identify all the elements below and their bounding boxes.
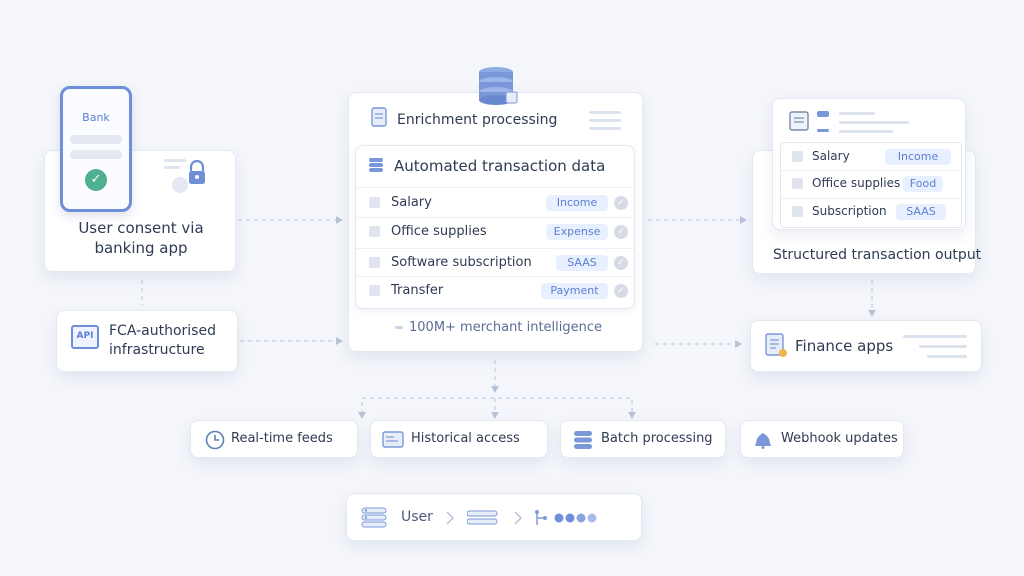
feature-label: Batch processing [601,431,713,446]
rows-icon [467,510,498,525]
phone-field-2 [70,150,122,159]
history-icon [382,431,404,448]
structured-row-tag: SAAS [896,204,946,220]
phone-bank-label: Bank [82,111,110,124]
automated-data-title: Automated transaction data [394,157,606,175]
api-icon: API [71,325,99,349]
list-icon [789,111,809,131]
clock-icon [205,430,225,450]
row-icon [369,285,380,296]
progress-dots-icon [554,513,597,523]
header-bar [839,130,893,133]
phone-field-1 [70,135,122,144]
structured-rows-panel: Salary Income Office supplies Food Subsc… [780,142,962,228]
chevron-right-icon [446,511,455,525]
feature-realtime-feeds[interactable]: Real-time feeds [190,420,358,458]
enrichment-card: Enrichment processing Automated transact… [348,92,643,352]
database-icon [369,158,383,172]
header-bar [817,129,829,132]
structured-row-tag: Food [903,176,943,192]
header-bar [927,355,967,358]
document-icon [371,107,387,127]
row-icon [369,226,380,237]
enrichment-row-label: Salary [391,195,432,210]
enrichment-row-tag: Income [546,195,608,211]
header-bar [903,335,967,338]
merchant-intelligence-label: 100M+ merchant intelligence [409,320,603,335]
chevron-right-icon [514,511,523,525]
database-stack-icon [479,67,518,105]
user-flow-label: User [401,509,433,525]
feature-label: Webhook updates [781,431,898,446]
row-divider [781,198,961,199]
feature-historical-access[interactable]: Historical access [370,420,548,458]
header-bar [589,111,621,114]
consent-text-line1: User consent via [78,219,204,237]
fca-card: API FCA-authorised infrastructure [56,310,238,372]
row-divider [355,248,635,249]
fca-text-line2: infrastructure [109,342,205,358]
phone-mockup: Bank ✓ [60,86,132,212]
row-check-icon: ✓ [614,225,628,239]
structured-row-label: Salary [812,149,850,163]
finance-apps-card: Finance apps [750,320,982,372]
enrichment-row-label: Transfer [391,283,444,298]
row-check-icon: ✓ [614,284,628,298]
lock-icon [164,159,205,193]
enrichment-row-label: Office supplies [391,224,487,239]
database-icon [574,431,592,449]
api-badge-text: API [76,331,94,341]
user-flow-bar: User [346,493,642,541]
structured-row-tag: Income [885,149,951,165]
feature-label: Historical access [411,431,520,446]
fca-text-line1: FCA-authorised [109,323,216,339]
accent-bar [817,111,829,117]
row-divider [355,187,635,188]
row-icon [792,206,803,217]
consent-text-line2: banking app [94,239,188,257]
bell-icon [755,433,771,449]
header-bar [589,127,621,130]
structured-output-title: Structured transaction output [773,247,982,263]
finance-app-icon [765,333,787,357]
enrichment-row-tag: SAAS [556,255,608,271]
row-icon [369,257,380,268]
enrichment-row-tag: Payment [541,283,608,299]
merchant-dot [395,326,403,329]
feature-batch-processing[interactable]: Batch processing [560,420,726,458]
enrichment-title: Enrichment processing [397,112,558,128]
header-bar [839,112,875,115]
enrichment-row-tag: Expense [546,224,608,240]
row-check-icon: ✓ [614,196,628,210]
row-divider [355,217,635,218]
check-icon: ✓ [85,169,107,191]
row-divider [781,170,961,171]
header-bar [589,119,621,122]
node-tree-icon [535,510,547,525]
structured-row-label: Office supplies [812,176,901,190]
row-icon [369,197,380,208]
header-bar [919,345,967,348]
row-divider [355,276,635,277]
row-check-icon: ✓ [614,256,628,270]
feature-label: Real-time feeds [231,431,333,446]
row-icon [792,178,803,189]
finance-apps-label: Finance apps [795,337,894,355]
structured-row-label: Subscription [812,204,887,218]
feature-webhook-updates[interactable]: Webhook updates [740,420,904,458]
header-bar [839,121,909,124]
enrichment-row-label: Software subscription [391,255,532,270]
user-stack-icon [361,507,387,528]
row-icon [792,151,803,162]
